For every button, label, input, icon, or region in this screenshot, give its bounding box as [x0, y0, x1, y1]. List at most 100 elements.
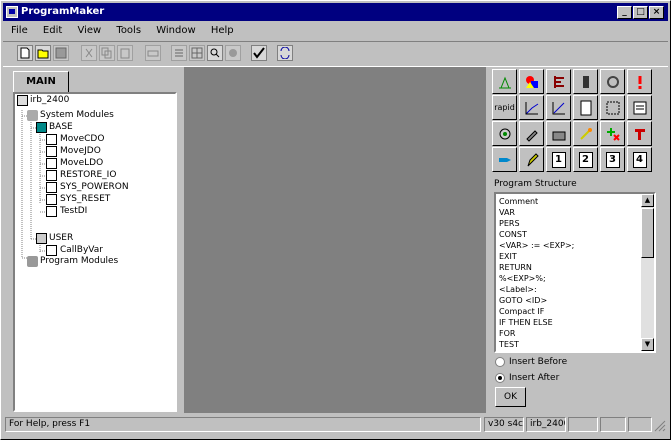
check-icon[interactable] — [251, 45, 267, 61]
tree-root[interactable]: irb_2400 — [30, 95, 69, 106]
menu-file[interactable]: File — [11, 25, 28, 36]
palette-phone-icon[interactable] — [573, 69, 598, 94]
list-item[interactable]: TEST — [499, 340, 519, 350]
maximize-button[interactable]: □ — [633, 6, 648, 19]
tab-main[interactable]: MAIN — [13, 71, 69, 93]
status-bar: For Help, press F1 v30 s4c irb_2400 — [3, 416, 668, 434]
function-icon — [46, 206, 57, 217]
palette-tool-icon[interactable] — [519, 121, 544, 146]
insert-before-radio[interactable] — [495, 357, 505, 367]
palette-add-remove-icon[interactable] — [600, 121, 625, 146]
menu-help[interactable]: Help — [211, 25, 234, 36]
menu-window[interactable]: Window — [156, 25, 195, 36]
routine-icon — [46, 158, 57, 169]
tree-item-sys-poweron[interactable]: SYS_POWERON — [60, 182, 129, 193]
tree-item-callbyvar[interactable]: CallByVar — [60, 245, 103, 256]
palette-rapid-button[interactable]: rapid — [492, 95, 517, 120]
routine-icon — [46, 182, 57, 193]
palette-robot-move-icon[interactable] — [492, 69, 517, 94]
palette-num-4-label: 4 — [632, 152, 647, 168]
palette-graph-icon[interactable] — [519, 95, 544, 120]
palette-spiral-icon[interactable] — [600, 69, 625, 94]
program-structure-label: Program Structure — [494, 179, 577, 189]
tree-base[interactable]: BASE — [49, 122, 73, 133]
copy-icon[interactable] — [99, 45, 115, 61]
palette-toolbox-icon[interactable] — [546, 121, 571, 146]
palette-num-2-button[interactable]: 2 — [573, 147, 598, 172]
new-file-icon[interactable] — [17, 45, 33, 61]
routine-icon — [46, 170, 57, 181]
list-scrollbar[interactable]: ▲ ▼ — [641, 194, 654, 351]
scroll-thumb[interactable] — [641, 208, 654, 258]
routine-icon — [46, 134, 57, 145]
tree-item-movecdo[interactable]: MoveCDO — [60, 134, 104, 145]
paste-icon[interactable] — [117, 45, 133, 61]
minimize-button[interactable]: _ — [617, 6, 632, 19]
list-item[interactable]: CONST — [499, 230, 527, 240]
refresh-icon[interactable] — [277, 45, 293, 61]
list-item[interactable]: Comment — [499, 197, 538, 207]
resize-grip-icon[interactable] — [654, 420, 666, 432]
tree-item-testdi[interactable]: TestDI — [60, 206, 87, 217]
disk-icon[interactable] — [225, 45, 241, 61]
palette-num-3-button[interactable]: 3 — [600, 147, 625, 172]
find-icon[interactable] — [207, 45, 223, 61]
palette-sparkle-icon[interactable] — [573, 121, 598, 146]
tree-program-modules[interactable]: Program Modules — [40, 256, 118, 267]
ok-button[interactable]: OK — [495, 387, 526, 407]
palette-shapes-icon[interactable] — [519, 69, 544, 94]
list-item[interactable]: GOTO <ID> — [499, 296, 547, 306]
menu-tools[interactable]: Tools — [116, 25, 141, 36]
palette-document-icon[interactable] — [573, 95, 598, 120]
insert-after-radio[interactable] — [495, 373, 505, 383]
tree-user[interactable]: USER — [49, 233, 73, 244]
grid-view-icon[interactable] — [189, 45, 205, 61]
list-item[interactable]: RETURN — [499, 263, 532, 273]
palette-num-3-label: 3 — [605, 152, 620, 168]
palette-gear-icon[interactable] — [492, 121, 517, 146]
program-structure-list[interactable]: Comment VAR PERS CONST <VAR> := <EXP>; E… — [494, 192, 656, 353]
save-icon[interactable] — [53, 45, 69, 61]
list-item[interactable]: <VAR> := <EXP>; — [499, 241, 574, 251]
status-version: v30 s4c — [484, 417, 524, 432]
list-item[interactable]: IF THEN ELSE — [499, 318, 553, 328]
tree-item-movejdo[interactable]: MoveJDO — [60, 146, 101, 157]
tree-item-restore-io[interactable]: RESTORE_IO — [60, 170, 116, 181]
scroll-up-icon[interactable]: ▲ — [641, 194, 654, 207]
menu-view[interactable]: View — [77, 25, 101, 36]
palette-spray-icon[interactable] — [492, 147, 517, 172]
tree-item-sys-reset[interactable]: SYS_RESET — [60, 194, 110, 205]
list-item[interactable]: <Label>: — [499, 285, 537, 295]
palette-notepad-icon[interactable] — [627, 95, 652, 120]
scroll-down-icon[interactable]: ▼ — [641, 338, 654, 351]
close-button[interactable]: × — [649, 6, 664, 19]
list-item[interactable]: %<EXP>%; — [499, 274, 546, 284]
open-folder-icon[interactable] — [35, 45, 51, 61]
palette-exclamation-icon[interactable] — [627, 69, 652, 94]
palette-bracket-icon[interactable] — [546, 69, 571, 94]
print-icon[interactable] — [145, 45, 161, 61]
list-item[interactable]: PERS — [499, 219, 520, 229]
module-tree: irb_2400 System Modules BASE MoveCDO Mov… — [13, 92, 177, 412]
list-view-icon[interactable] — [171, 45, 187, 61]
list-item[interactable]: EXIT — [499, 252, 517, 262]
palette-num-4-button[interactable]: 4 — [627, 147, 652, 172]
tree-system-modules[interactable]: System Modules — [40, 110, 114, 121]
status-empty-3 — [628, 417, 652, 432]
tree-item-moveldo[interactable]: MoveLDO — [60, 158, 103, 169]
robot-icon — [17, 95, 28, 106]
palette-no-graph-icon[interactable] — [546, 95, 571, 120]
module-icon — [36, 122, 47, 133]
list-item[interactable]: FOR — [499, 329, 515, 339]
palette-pencil-icon[interactable] — [519, 147, 544, 172]
list-item[interactable]: Compact IF — [499, 307, 544, 317]
main-window: ProgramMaker _ □ × File Edit View Tools … — [0, 0, 671, 440]
cut-icon[interactable] — [81, 45, 97, 61]
title-bar: ProgramMaker _ □ × — [3, 3, 668, 21]
list-item[interactable]: VAR — [499, 208, 515, 218]
palette-frame-icon[interactable] — [600, 95, 625, 120]
system-modules-icon — [27, 110, 38, 121]
palette-num-1-button[interactable]: 1 — [546, 147, 571, 172]
menu-edit[interactable]: Edit — [43, 25, 62, 36]
palette-gripper-icon[interactable] — [627, 121, 652, 146]
